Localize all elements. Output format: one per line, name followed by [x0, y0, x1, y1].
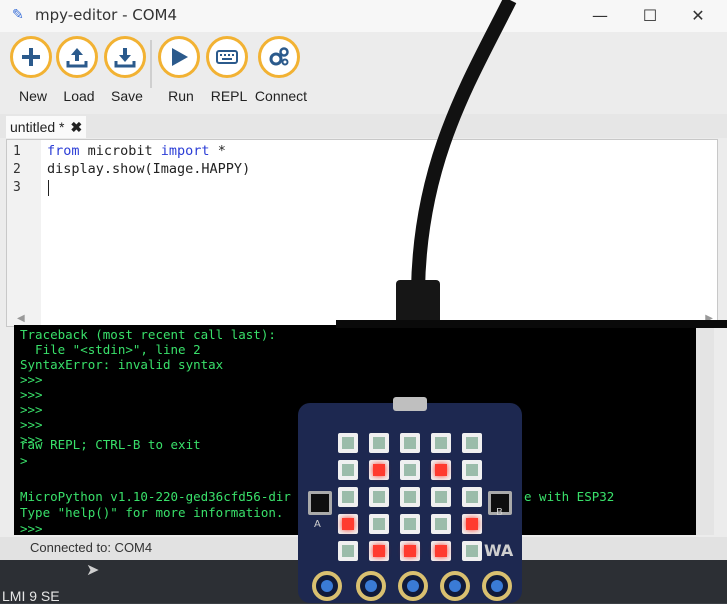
led-off [400, 460, 420, 480]
edge-pad [440, 571, 470, 601]
led-on [431, 460, 451, 480]
led-off [431, 487, 451, 507]
led-on [369, 541, 389, 561]
led-on [400, 541, 420, 561]
led-off [400, 487, 420, 507]
led-off [338, 541, 358, 561]
edge-pad [398, 571, 428, 601]
edge-pad [356, 571, 386, 601]
led-off [462, 487, 482, 507]
led-off [431, 433, 451, 453]
led-off [369, 487, 389, 507]
led-off [462, 460, 482, 480]
mouse-cursor-icon: ➤ [86, 560, 100, 579]
button-a-label: A [314, 519, 321, 530]
led-off [462, 541, 482, 561]
button-b-label: B [496, 507, 503, 518]
led-on [431, 541, 451, 561]
edge-pad [482, 571, 512, 601]
led-off [369, 433, 389, 453]
led-off [338, 460, 358, 480]
led-off [400, 433, 420, 453]
led-off [431, 514, 451, 534]
board-logo: WA [484, 541, 514, 560]
led-off [462, 433, 482, 453]
button-a[interactable] [308, 491, 332, 515]
led-off [369, 514, 389, 534]
microbit-board: A B WA [298, 397, 522, 603]
led-on [462, 514, 482, 534]
edge-pad [312, 571, 342, 601]
led-off [338, 433, 358, 453]
led-off [400, 514, 420, 534]
led-off [338, 487, 358, 507]
led-on [338, 514, 358, 534]
usb-connector [393, 397, 427, 411]
led-on [369, 460, 389, 480]
